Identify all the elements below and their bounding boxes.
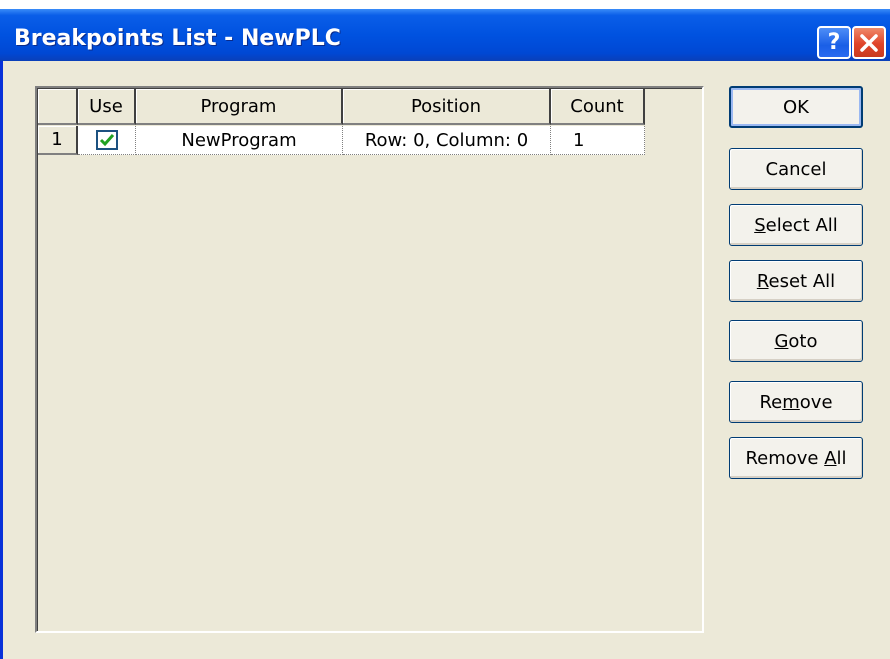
use-cell[interactable] (78, 126, 136, 155)
select-all-button[interactable]: Select All (729, 204, 863, 246)
help-icon: ? (827, 30, 841, 55)
close-button[interactable] (852, 26, 886, 59)
help-button[interactable]: ? (817, 26, 851, 59)
checkmark-icon (99, 134, 114, 147)
header-position[interactable]: Position (343, 89, 551, 125)
goto-button[interactable]: Goto (729, 320, 863, 362)
remove-all-button[interactable]: Remove All (729, 437, 863, 479)
reset-all-button[interactable]: Reset All (729, 260, 863, 302)
use-checkbox[interactable] (95, 130, 118, 150)
header-count[interactable]: Count (551, 89, 645, 125)
count-cell[interactable]: 1 (551, 126, 645, 155)
goto-label: Goto (774, 330, 818, 352)
row-number[interactable]: 1 (38, 126, 78, 155)
ok-label: OK (783, 96, 809, 118)
remove-all-label: Remove All (745, 447, 847, 469)
remove-label: Remove (759, 391, 833, 413)
header-corner (38, 89, 78, 125)
ok-button[interactable]: OK (729, 86, 863, 128)
reset-all-label: Reset All (756, 270, 836, 292)
header-use[interactable]: Use (78, 89, 136, 125)
header-program[interactable]: Program (136, 89, 343, 125)
breakpoints-grid[interactable]: Use Program Position Count 1 NewProgram … (35, 86, 704, 633)
title-bar[interactable]: Breakpoints List - NewPLC ? (0, 9, 890, 61)
remove-button[interactable]: Remove (729, 381, 863, 423)
close-icon (860, 33, 878, 52)
position-cell[interactable]: Row: 0, Column: 0 (343, 126, 551, 155)
select-all-label: Select All (754, 214, 838, 236)
cancel-button[interactable]: Cancel (729, 148, 863, 190)
cancel-label: Cancel (765, 158, 827, 180)
window-title: Breakpoints List - NewPLC (14, 26, 341, 51)
program-cell[interactable]: NewProgram (136, 126, 343, 155)
